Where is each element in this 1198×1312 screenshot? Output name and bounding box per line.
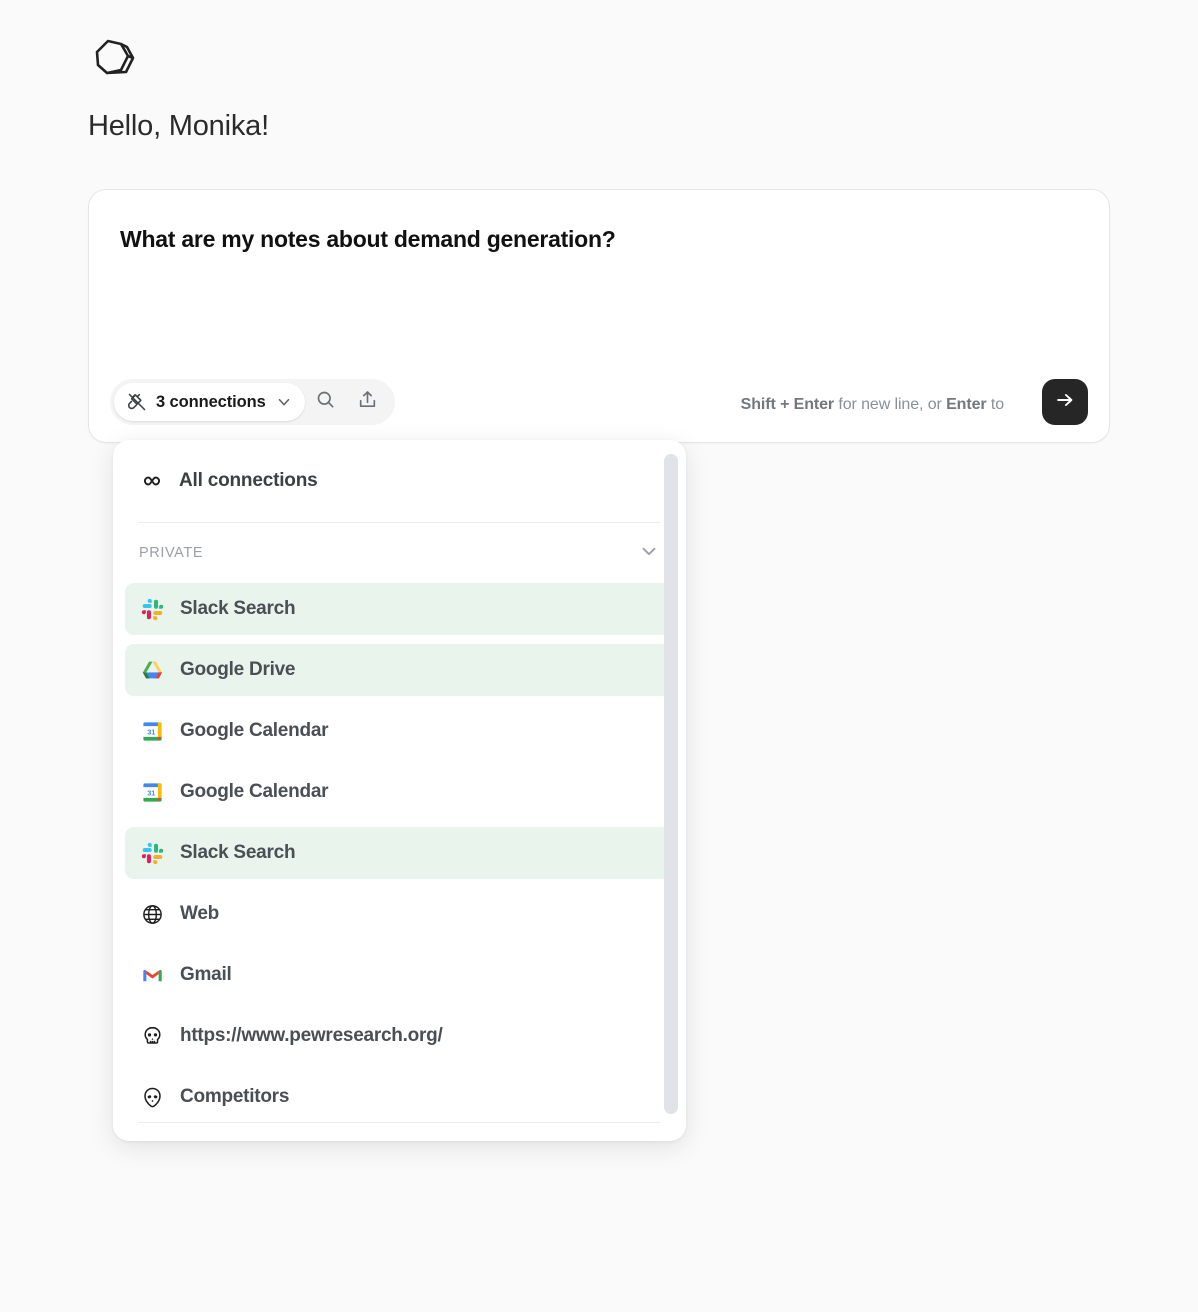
list-item[interactable]: Competitors xyxy=(125,1071,674,1123)
list-item-label: https://www.pewresearch.org/ xyxy=(180,1025,443,1046)
google-calendar-icon: 31 xyxy=(139,779,165,805)
google-drive-icon xyxy=(139,657,165,683)
list-item[interactable]: 31 Google Calendar xyxy=(125,766,674,818)
list-item[interactable]: Slack Search xyxy=(125,827,674,879)
hint-tail: to xyxy=(986,396,1004,413)
app-root: Hello, Monika! What are my notes about d… xyxy=(0,0,1198,1312)
alien-icon xyxy=(139,1084,165,1110)
connections-dropdown[interactable]: All connections PRIVATE Slack Search Goo… xyxy=(113,440,686,1141)
svg-text:31: 31 xyxy=(147,788,155,797)
page-title: Hello, Monika! xyxy=(88,110,269,142)
chevron-down-icon xyxy=(275,393,293,411)
search-button[interactable] xyxy=(305,379,347,425)
list-item-label: Google Calendar xyxy=(180,720,329,741)
gmail-icon xyxy=(139,962,165,988)
upload-button[interactable] xyxy=(347,379,389,425)
keyboard-hint: Shift + Enter for new line, or Enter to xyxy=(741,396,1004,414)
composer-toolbar: 3 connections xyxy=(110,379,395,425)
globe-icon xyxy=(139,901,165,927)
list-item[interactable]: Web xyxy=(125,888,674,940)
arrow-right-icon xyxy=(1054,389,1076,416)
list-item-label: Slack Search xyxy=(180,598,296,619)
list-item[interactable]: Slack Search xyxy=(125,583,674,635)
dropdown-item-all-connections[interactable]: All connections xyxy=(113,440,686,522)
search-icon xyxy=(315,389,336,415)
list-item[interactable]: 31 Google Calendar xyxy=(125,705,674,757)
list-item-label: Web xyxy=(180,903,220,924)
section-label: PRIVATE xyxy=(139,545,204,561)
all-connections-label: All connections xyxy=(179,470,318,491)
section-header-private[interactable]: PRIVATE xyxy=(113,523,686,583)
skull-icon xyxy=(139,1023,165,1049)
list-item-label: Gmail xyxy=(180,964,232,985)
plug-icon xyxy=(127,392,147,412)
list-item-label: Slack Search xyxy=(180,842,296,863)
composer-card[interactable]: What are my notes about demand generatio… xyxy=(88,189,1110,443)
connections-list: Slack Search Google Drive 31 Google Cale… xyxy=(113,583,686,1123)
hint-shift-enter: Shift + Enter xyxy=(740,396,835,413)
list-item[interactable]: Gmail xyxy=(125,949,674,1001)
infinity-icon xyxy=(139,468,165,494)
dropdown-bottom-divider xyxy=(139,1122,660,1123)
list-item-label: Competitors xyxy=(180,1086,290,1107)
slack-icon xyxy=(139,840,165,866)
dropdown-scrollbar[interactable] xyxy=(664,454,678,1114)
svg-text:31: 31 xyxy=(147,727,155,736)
query-input[interactable]: What are my notes about demand generatio… xyxy=(120,223,1069,255)
list-item-label: Google Calendar xyxy=(180,781,329,802)
google-calendar-icon: 31 xyxy=(139,718,165,744)
rock-logo-icon xyxy=(88,32,140,84)
chevron-down-icon[interactable] xyxy=(638,540,660,567)
upload-icon xyxy=(357,389,378,415)
connections-label: 3 connections xyxy=(156,392,266,411)
list-item[interactable]: https://www.pewresearch.org/ xyxy=(125,1010,674,1062)
connections-button[interactable]: 3 connections xyxy=(114,383,305,421)
list-item-label: Google Drive xyxy=(180,659,296,680)
hint-middle: for new line, or xyxy=(834,396,947,413)
send-button[interactable] xyxy=(1042,379,1088,425)
hint-enter: Enter xyxy=(946,396,987,413)
slack-icon xyxy=(139,596,165,622)
list-item[interactable]: Google Drive xyxy=(125,644,674,696)
